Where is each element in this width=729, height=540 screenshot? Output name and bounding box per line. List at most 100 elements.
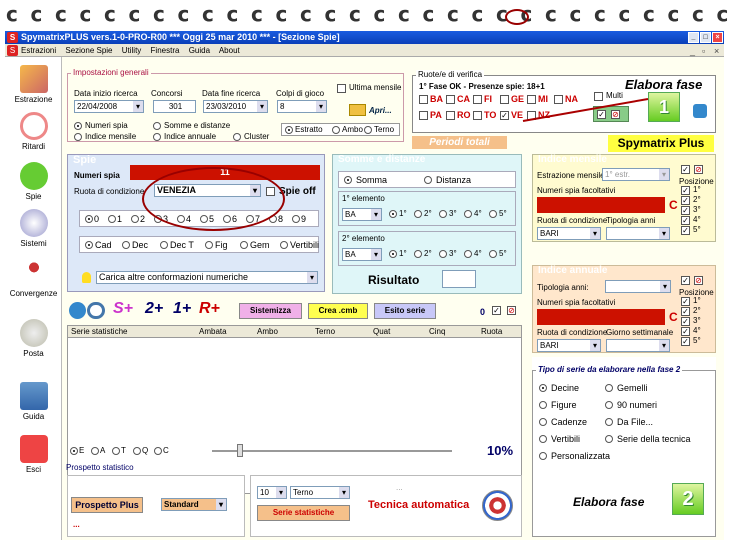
sistemizza-button[interactable]: Sistemizza <box>239 303 302 319</box>
position-radio[interactable] <box>414 250 422 258</box>
data-inizio-select[interactable]: 22/04/2008 <box>74 100 144 113</box>
mode-radio[interactable] <box>240 241 248 249</box>
posizione-checkbox[interactable]: ✓ <box>681 327 690 336</box>
r-plus-button[interactable]: R+ <box>199 300 220 318</box>
maximize-icon[interactable]: □ <box>700 32 711 43</box>
sorte-radio[interactable] <box>91 447 99 455</box>
tipo-serie-radio[interactable] <box>539 401 547 409</box>
one-plus-button[interactable]: 1+ <box>173 300 191 318</box>
magnifier-icon[interactable] <box>87 302 105 319</box>
ruota-checkbox[interactable] <box>419 111 428 120</box>
concorsi-field[interactable]: 301 <box>153 100 196 113</box>
mode-radio[interactable] <box>160 241 168 249</box>
ruota-select[interactable]: BARI <box>537 227 601 240</box>
apri-button[interactable]: Apri... <box>369 106 392 115</box>
position-radio[interactable] <box>389 250 397 258</box>
position-radio[interactable] <box>439 210 447 218</box>
serie-statistiche-button[interactable]: Serie statistiche <box>257 505 350 521</box>
position-radio[interactable] <box>439 250 447 258</box>
tipologia-anni-select[interactable] <box>605 280 671 293</box>
indice-mensile-radio[interactable] <box>74 133 82 141</box>
estrazione-mensile-select[interactable]: 1° estr. <box>602 168 670 181</box>
posizione-clear-all[interactable]: ⊘ <box>694 165 703 174</box>
somma-radio[interactable] <box>344 176 352 184</box>
sidebar-item-ritardi[interactable]: Ritardi <box>5 112 62 151</box>
menu-estrazioni[interactable]: Estrazioni <box>21 46 56 55</box>
serie-check-all[interactable]: ✓ <box>492 306 501 315</box>
sidebar-item-esci[interactable]: Esci <box>5 435 62 474</box>
tipo-serie-radio[interactable] <box>605 435 613 443</box>
ruota-checkbox[interactable] <box>473 111 482 120</box>
s-plus-button[interactable]: S+ <box>113 300 133 318</box>
conformazioni-select[interactable]: Carica altre conformazioni numeriche <box>96 271 318 284</box>
slider-track[interactable] <box>212 450 452 452</box>
position-radio[interactable] <box>489 210 497 218</box>
sorte-select[interactable]: Terno <box>290 486 350 499</box>
mode-radio[interactable] <box>122 241 130 249</box>
sidebar-item-sistemi[interactable]: Sistemi <box>5 209 62 248</box>
tipo-serie-radio[interactable] <box>605 384 613 392</box>
colpi-select[interactable]: 10 <box>257 486 287 499</box>
somme-distanze-radio[interactable] <box>153 122 161 130</box>
clear-c-button[interactable]: C <box>669 310 678 324</box>
elabora-fase-2-button[interactable]: 2 <box>672 483 704 515</box>
position-radio[interactable] <box>389 210 397 218</box>
digit-radio[interactable] <box>108 215 116 223</box>
posizione-checkbox[interactable]: ✓ <box>681 216 690 225</box>
sidebar-item-estrazione[interactable]: Estrazione <box>5 65 62 104</box>
tipologia-select[interactable] <box>606 227 670 240</box>
crea-cmb-button[interactable]: Crea .cmb <box>308 303 368 319</box>
menu-finestra[interactable]: Finestra <box>151 46 180 55</box>
posizione-checkbox[interactable]: ✓ <box>681 226 690 235</box>
position-radio[interactable] <box>489 250 497 258</box>
ie-icon[interactable] <box>69 302 86 319</box>
slider-thumb[interactable] <box>237 444 243 457</box>
mode-radio[interactable] <box>205 241 213 249</box>
ambo-radio[interactable] <box>332 126 340 134</box>
ruota-2-select[interactable]: BA <box>342 248 382 261</box>
sidebar-item-spie[interactable]: Spie <box>5 162 62 201</box>
posizione-checkbox[interactable]: ✓ <box>681 186 690 195</box>
posizione-check-all[interactable]: ✓ <box>681 165 690 174</box>
sorte-radio[interactable] <box>154 447 162 455</box>
minimize-icon[interactable]: _ <box>688 32 699 43</box>
digit-radio[interactable] <box>292 215 300 223</box>
sorte-radio[interactable] <box>70 447 78 455</box>
ultima-mensile-checkbox[interactable] <box>337 84 346 93</box>
numeri-spia-radio[interactable] <box>74 122 82 130</box>
estratto-radio[interactable] <box>285 126 293 134</box>
tipo-serie-radio[interactable] <box>605 401 613 409</box>
risultato-field[interactable] <box>442 270 476 288</box>
two-plus-button[interactable]: 2+ <box>145 300 163 318</box>
ruota-1-select[interactable]: BA <box>342 208 382 221</box>
ruota-select[interactable]: BARI <box>537 339 601 352</box>
numeri-facoltativi-field[interactable] <box>537 197 665 213</box>
giorno-select[interactable] <box>606 339 670 352</box>
posizione-checkbox[interactable]: ✓ <box>681 206 690 215</box>
menu-about[interactable]: About <box>219 46 240 55</box>
prospetto-plus-button[interactable]: Prospetto Plus <box>71 497 143 513</box>
ruota-checkbox[interactable]: ✓ <box>500 111 509 120</box>
standard-select[interactable]: Standard <box>161 498 227 511</box>
posizione-checkbox[interactable]: ✓ <box>681 307 690 316</box>
position-radio[interactable] <box>464 250 472 258</box>
ruota-checkbox[interactable] <box>473 95 482 104</box>
esito-serie-button[interactable]: Esito serie <box>374 303 436 319</box>
posizione-checkbox[interactable]: ✓ <box>681 297 690 306</box>
position-radio[interactable] <box>464 210 472 218</box>
distanza-radio[interactable] <box>424 176 432 184</box>
clear-c-button[interactable]: C <box>669 198 678 212</box>
sidebar-item-convergenze[interactable]: Convergenze <box>5 259 62 298</box>
tipo-serie-radio[interactable] <box>539 452 547 460</box>
data-fine-select[interactable]: 23/03/2010 <box>203 100 268 113</box>
posizione-checkbox[interactable]: ✓ <box>681 337 690 346</box>
indice-annuale-radio[interactable] <box>153 133 161 141</box>
posizione-clear-all[interactable]: ⊘ <box>694 276 703 285</box>
target-icon[interactable] <box>482 490 513 521</box>
ruota-checkbox[interactable] <box>446 111 455 120</box>
posizione-check-all[interactable]: ✓ <box>681 276 690 285</box>
ruota-checkbox[interactable] <box>419 95 428 104</box>
digit-radio[interactable] <box>131 215 139 223</box>
position-radio[interactable] <box>414 210 422 218</box>
posizione-checkbox[interactable]: ✓ <box>681 317 690 326</box>
